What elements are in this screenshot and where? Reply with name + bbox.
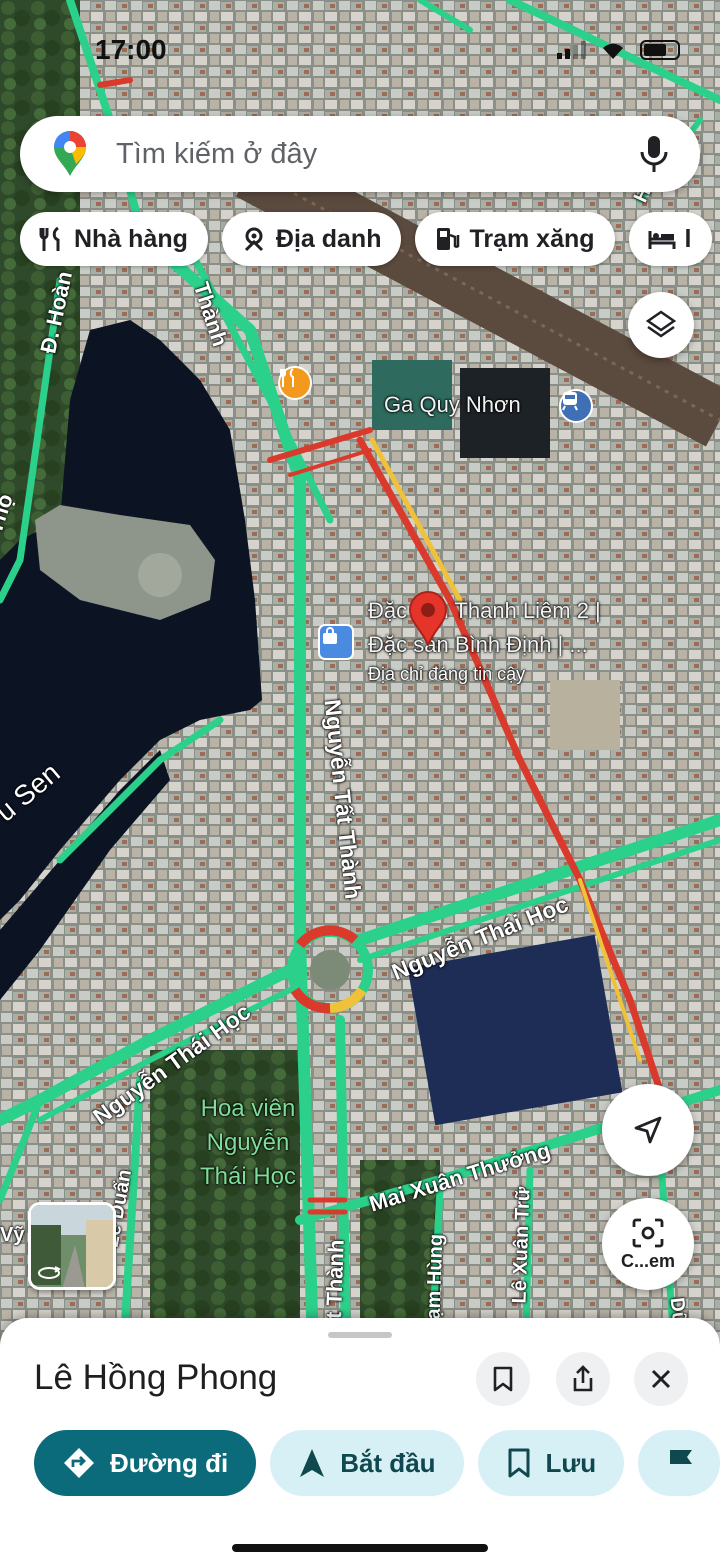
battery-icon [640, 40, 680, 60]
park-label-line3: Thái Học [199, 1163, 297, 1190]
lens-label: C...em [620, 1250, 676, 1271]
chip-landmarks[interactable]: Địa danh [221, 212, 402, 266]
close-icon [651, 1369, 671, 1389]
road-label-thanh-bottom: t Thành [321, 1239, 349, 1320]
microphone-icon[interactable] [634, 132, 674, 176]
google-maps-logo-icon [54, 131, 86, 176]
search-input[interactable]: Tìm kiếm ở đây [116, 138, 634, 171]
cellular-signal-icon [557, 41, 586, 59]
search-bar[interactable]: Tìm kiếm ở đây [20, 116, 700, 192]
lens-camera-button[interactable]: C...em [602, 1198, 694, 1290]
chip-restaurants[interactable]: Nhà hàng [20, 212, 208, 266]
restaurant-poi-icon[interactable] [278, 366, 312, 400]
status-time: 17:00 [95, 34, 167, 65]
layers-icon [645, 310, 677, 338]
start-label: Bắt đầu [340, 1447, 436, 1478]
directions-label: Đường đi [110, 1447, 229, 1478]
share-icon [573, 1365, 593, 1392]
shopping-poi-icon[interactable] [318, 624, 354, 660]
place-actions: Đường đi Bắt đầu Lưu [34, 1430, 720, 1496]
rotate-360-icon [38, 1266, 61, 1279]
close-button[interactable] [634, 1352, 688, 1406]
park-label-line1: Hoa viên [200, 1095, 296, 1122]
chip-label: Trạm xăng [469, 224, 595, 253]
place-bottom-sheet[interactable]: Lê Hồng Phong Đường đi Bắt đầu Lưu [0, 1318, 720, 1564]
chip-label: l [684, 224, 692, 253]
wifi-icon [603, 43, 623, 59]
station-label: Ga Quy Nhơn [384, 392, 521, 417]
map-layers-button[interactable] [628, 292, 694, 358]
share-button[interactable] [556, 1352, 610, 1406]
label-button[interactable] [638, 1430, 720, 1496]
hotel-icon [648, 231, 676, 249]
chip-label: Địa danh [275, 224, 382, 253]
train-station-icon[interactable] [559, 389, 593, 423]
my-location-button[interactable] [602, 1084, 694, 1176]
gas-station-icon [437, 228, 460, 250]
directions-icon [64, 1448, 94, 1478]
shop-name-line1: Đặc sản Thanh Liêm 2 | [368, 598, 601, 623]
status-icons [557, 40, 680, 60]
start-button[interactable]: Bắt đầu [270, 1430, 464, 1496]
trusted-address-badge: Địa chỉ đáng tin cậy [368, 664, 526, 684]
camera-lens-icon [632, 1218, 664, 1247]
bookmark-icon [493, 1366, 513, 1392]
chip-label: Nhà hàng [74, 224, 188, 253]
status-bar: 17:00 [0, 0, 720, 100]
navigation-arrow-icon [300, 1449, 325, 1477]
park-label-line2: Nguyễn [206, 1129, 290, 1156]
category-chips: Nhà hàng Địa danh Trạm xăng l [20, 212, 712, 266]
chip-hotels[interactable]: l [628, 212, 712, 266]
chip-gas-stations[interactable]: Trạm xăng [415, 212, 615, 266]
landmark-icon [244, 227, 263, 252]
bookmark-icon [508, 1448, 530, 1478]
street-view-thumbnail[interactable] [28, 1202, 116, 1290]
save-bookmark-button[interactable] [476, 1352, 530, 1406]
shop-name-line2: Đặc sản Bình Định | ... [368, 632, 588, 657]
place-title: Lê Hồng Phong [34, 1358, 278, 1397]
location-arrow-icon [634, 1116, 662, 1144]
road-label-vy: Vỹ [0, 1224, 25, 1246]
save-button[interactable]: Lưu [477, 1430, 625, 1496]
road-label-pham-hung: ạm Hùng [422, 1233, 448, 1320]
road-label-le-xuan-tru: Lê Xuân Trữ [508, 1186, 535, 1304]
directions-button[interactable]: Đường đi [34, 1430, 257, 1496]
selected-location-pin-icon[interactable] [408, 590, 448, 646]
park-label: Hoa viên Nguyễn Thái Học [190, 1092, 306, 1194]
home-indicator[interactable] [232, 1544, 488, 1552]
save-label: Lưu [545, 1447, 597, 1478]
sheet-drag-handle[interactable] [328, 1332, 392, 1338]
restaurant-icon [39, 226, 60, 251]
flag-icon [670, 1450, 693, 1477]
